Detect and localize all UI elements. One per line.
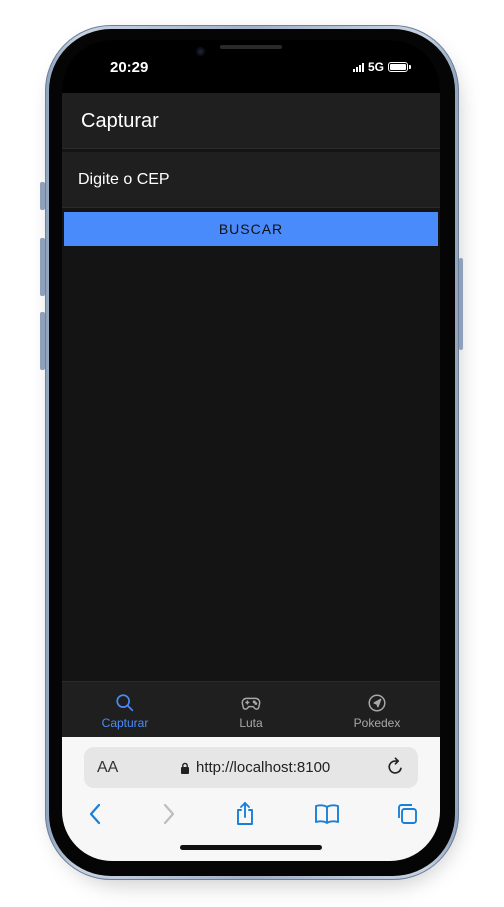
text-size-button[interactable]: AA — [97, 759, 118, 777]
status-indicators: 5G — [352, 60, 411, 74]
back-button[interactable] — [80, 799, 110, 829]
search-button[interactable]: BUSCAR — [64, 212, 438, 246]
lock-icon — [181, 762, 189, 774]
tabs-icon — [398, 804, 417, 824]
navigate-icon — [368, 694, 386, 712]
tab-label-pokedex: Pokedex — [353, 716, 401, 730]
tab-bar: Capturar Luta Pokedex — [62, 681, 440, 738]
tab-luta[interactable]: Luta — [188, 682, 314, 738]
signal-icon — [352, 62, 364, 72]
share-icon — [237, 802, 253, 825]
status-time: 20:29 — [110, 59, 149, 76]
search-icon — [116, 694, 134, 712]
home-indicator — [180, 845, 322, 850]
reload-icon[interactable] — [384, 756, 406, 778]
phone-screen: 20:29 5G Capturar BUSCAR Capturar — [62, 40, 440, 861]
safari-nav-bar — [62, 799, 440, 831]
app-header: Capturar — [62, 93, 440, 149]
status-bar: 20:29 5G — [62, 40, 440, 93]
gamepad-icon — [241, 697, 261, 710]
network-type: 5G — [367, 60, 384, 74]
share-button[interactable] — [230, 799, 260, 829]
chevron-right-icon — [163, 803, 175, 825]
url-text: http://localhost:8100 — [196, 759, 331, 776]
battery-icon — [388, 62, 411, 72]
url-display: http://localhost:8100 — [180, 759, 330, 776]
content-area — [62, 247, 440, 681]
tabs-button[interactable] — [392, 799, 422, 829]
tab-label-luta: Luta — [239, 716, 263, 730]
volume-up-button — [40, 238, 45, 296]
chevron-left-icon — [89, 803, 101, 825]
book-icon — [315, 804, 339, 824]
tab-label-capturar: Capturar — [101, 716, 149, 730]
bookmarks-button[interactable] — [312, 799, 342, 829]
front-camera — [196, 47, 205, 56]
volume-down-button — [40, 312, 45, 370]
speaker-grille — [220, 45, 282, 49]
tab-pokedex[interactable]: Pokedex — [314, 682, 440, 738]
page-title: Capturar — [81, 110, 159, 132]
address-bar[interactable]: AA http://localhost:8100 — [84, 747, 418, 788]
power-button — [459, 258, 463, 350]
safari-toolbar: AA http://localhost:8100 — [62, 737, 440, 861]
action-button — [40, 182, 45, 210]
forward-button[interactable] — [154, 799, 184, 829]
cep-input[interactable] — [62, 152, 440, 208]
tab-capturar[interactable]: Capturar — [62, 682, 188, 738]
